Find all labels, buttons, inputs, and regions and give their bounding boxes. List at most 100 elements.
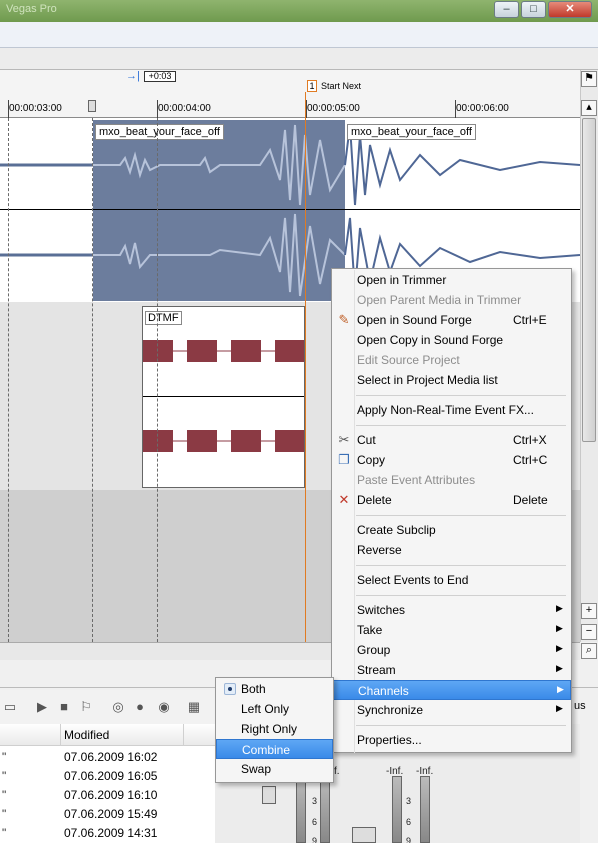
menu-item-open-in-trimmer[interactable]: Open in Trimmer — [332, 270, 571, 290]
submenu-item-combine[interactable]: Combine — [216, 739, 333, 759]
list-item-modified[interactable]: 07.06.2009 15:49 — [64, 807, 157, 821]
close-button[interactable]: ✕ — [548, 1, 592, 18]
submenu-arrow-icon: ▶ — [557, 684, 564, 694]
menu-item-label: Create Subclip — [357, 523, 436, 537]
menu-item-properties[interactable]: Properties... — [332, 730, 571, 750]
submenu-item-swap[interactable]: Swap — [216, 759, 333, 779]
menu-item-label: Properties... — [357, 733, 422, 747]
search-icon[interactable]: ◉ — [156, 699, 172, 715]
volume-fader[interactable] — [262, 786, 276, 804]
vertical-scroll-thumb[interactable] — [582, 118, 596, 442]
menu-separator — [356, 515, 566, 516]
menu-item-label: Open in Trimmer — [357, 273, 447, 287]
list-item-modified[interactable]: 07.06.2009 14:31 — [64, 826, 157, 840]
list-item-modified[interactable]: 07.06.2009 16:05 — [64, 769, 157, 783]
menu-item-stream[interactable]: Stream ▶ — [332, 660, 571, 680]
list-item-modified[interactable]: 07.06.2009 16:02 — [64, 750, 157, 764]
waveform-top — [0, 124, 580, 206]
tick-mark — [306, 100, 307, 118]
loop-start-handle[interactable] — [88, 100, 96, 112]
views-icon[interactable]: ▦ — [186, 699, 202, 715]
menu-item-synchronize[interactable]: Synchronize ▶ — [332, 700, 571, 720]
submenu-arrow-icon: ▶ — [556, 603, 563, 613]
list-item-name[interactable]: " — [2, 788, 6, 802]
meter-scale: 6 — [312, 817, 318, 827]
plugin-icon[interactable]: ● — [132, 699, 148, 715]
menu-item-open-parent-media-in-trimmer[interactable]: Open Parent Media in Trimmer — [332, 290, 571, 310]
marker-number[interactable]: 1 — [307, 80, 317, 92]
menu-item-open-in-sound-forge[interactable]: ✎ Open in Sound Forge Ctrl+E — [332, 310, 571, 330]
menu-item-shortcut: Ctrl+E — [513, 313, 547, 327]
stop-icon[interactable]: ■ — [56, 699, 72, 715]
menu-item-label: Channels — [358, 684, 409, 698]
menu-item-label: Select Events to End — [357, 573, 469, 587]
menu-item-open-copy-in-sound-forge[interactable]: Open Copy in Sound Forge — [332, 330, 571, 350]
menu-item-label: Stream — [357, 663, 396, 677]
menu-item-label: Take — [357, 623, 383, 637]
submenu-item-label: Both — [241, 682, 266, 696]
tick-label: 00:00:04:00 — [158, 103, 211, 114]
menu-separator — [356, 565, 566, 566]
meter-scale: 3 — [312, 796, 318, 806]
menu-item-edit-source-project[interactable]: Edit Source Project — [332, 350, 571, 370]
menu-item-label: Open in Sound Forge — [357, 313, 472, 327]
zoom-tool-icon[interactable]: ⌕ — [581, 643, 597, 659]
column-modified[interactable]: Modified — [64, 728, 109, 742]
menu-item-take[interactable]: Take ▶ — [332, 620, 571, 640]
window-title: Vegas Pro — [6, 3, 57, 15]
menu-item-group[interactable]: Group ▶ — [332, 640, 571, 660]
menu-item-label: Cut — [357, 433, 376, 447]
list-item-modified[interactable]: 07.06.2009 16:10 — [64, 788, 157, 802]
submenu-arrow-icon: ▶ — [556, 703, 563, 713]
zoom-in-icon[interactable]: + — [581, 603, 597, 619]
menu-item-apply-non-real-time-event-fx[interactable]: Apply Non-Real-Time Event FX... — [332, 400, 571, 420]
submenu-item-left-only[interactable]: Left Only — [216, 699, 333, 719]
loop-length-badge[interactable]: +0:03 — [144, 71, 176, 82]
menu-item-label: Switches — [357, 603, 406, 617]
menu-item-switches[interactable]: Switches ▶ — [332, 600, 571, 620]
list-item-name[interactable]: " — [2, 807, 6, 821]
menu-item-label: Group — [357, 643, 391, 657]
scroll-up-icon[interactable]: ▴ — [581, 100, 597, 116]
meter-scale: 9 — [406, 836, 412, 843]
menu-item-select-in-project-media-list[interactable]: Select in Project Media list — [332, 370, 571, 390]
list-item-name[interactable]: " — [2, 750, 6, 764]
audio-event-label: mxo_beat_your_face_off — [95, 124, 224, 140]
flag-icon[interactable]: ⚑ — [581, 71, 597, 87]
menu-item-paste-event-attributes[interactable]: Paste Event Attributes — [332, 470, 571, 490]
grid-line — [157, 118, 158, 642]
menu-item-select-events-to-end[interactable]: Select Events to End — [332, 570, 571, 590]
menu-item-label: Open Copy in Sound Forge — [357, 333, 504, 347]
play-icon[interactable]: ▶ — [34, 699, 50, 715]
scissors-icon: ✂ — [338, 432, 350, 447]
menu-item-create-subclip[interactable]: Create Subclip — [332, 520, 571, 540]
loop-arrow-icon: →| — [126, 70, 140, 82]
media-icon[interactable]: ◎ — [110, 699, 126, 715]
zoom-out-icon[interactable]: − — [581, 624, 597, 640]
level-meter — [296, 776, 306, 843]
submenu-item-label: Swap — [241, 762, 272, 776]
auto-preview-icon[interactable]: ⚐ — [78, 699, 94, 715]
submenu-item-right-only[interactable]: Right Only — [216, 719, 333, 739]
menu-item-cut[interactable]: ✂ Cut Ctrl+X — [332, 430, 571, 450]
menu-item-copy[interactable]: ❐ Copy Ctrl+C — [332, 450, 571, 470]
menu-item-label: Delete — [357, 493, 392, 507]
list-item-name[interactable]: " — [2, 826, 6, 840]
folder-icon[interactable]: ▭ — [2, 699, 18, 715]
minimize-button[interactable]: – — [494, 1, 519, 18]
menu-item-delete[interactable]: ✕ Delete Delete — [332, 490, 571, 510]
master-fader[interactable] — [352, 827, 376, 843]
submenu-arrow-icon: ▶ — [556, 623, 563, 633]
menu-item-reverse[interactable]: Reverse — [332, 540, 571, 560]
meter-peak-partial: f. — [334, 766, 340, 777]
restore-button[interactable]: □ — [521, 1, 546, 18]
menu-item-label: Copy — [357, 453, 386, 467]
submenu-item-both[interactable]: Both — [216, 679, 333, 699]
menu-item-channels[interactable]: Channels ▶ — [332, 680, 571, 700]
playhead-cursor[interactable] — [305, 92, 306, 642]
menu-item-label: Synchronize — [357, 703, 424, 717]
submenu-arrow-icon: ▶ — [556, 663, 563, 673]
toolbar-band — [0, 22, 598, 48]
level-meter — [320, 776, 330, 843]
list-item-name[interactable]: " — [2, 769, 6, 783]
